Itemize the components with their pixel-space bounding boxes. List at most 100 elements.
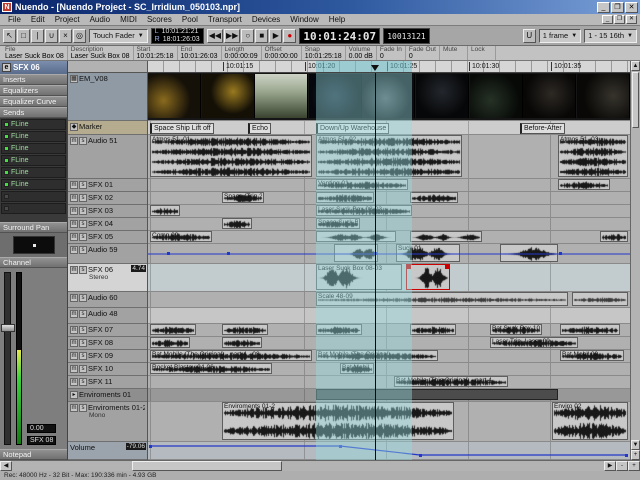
audio-event-bat-mobil[interactable]: Bat Mobil: [340, 363, 374, 374]
audio-event-clip-23[interactable]: [572, 292, 628, 306]
surround-pan-field[interactable]: [13, 236, 55, 254]
edit-channel-button[interactable]: e: [2, 63, 11, 72]
inspector-section-inserts[interactable]: Inserts: [0, 74, 67, 85]
track-header-sfx-04[interactable]: msSFX 04: [68, 218, 147, 231]
mute-button[interactable]: m: [70, 194, 78, 202]
forward-button[interactable]: ▶▶: [224, 29, 240, 43]
menu-window[interactable]: Window: [285, 14, 323, 25]
audio-event-clip-39[interactable]: [316, 389, 558, 400]
mute-button[interactable]: m: [70, 310, 78, 318]
inspector-section-equalizer-curve[interactable]: Equalizer Curve: [0, 96, 67, 107]
zoom-in-button[interactable]: +: [631, 450, 640, 460]
audio-event-clip-16[interactable]: [600, 231, 628, 242]
track-header-sfx-02[interactable]: msSFX 02: [68, 192, 147, 205]
timeline-ruler[interactable]: 10:01:1510:01:2010:01:2510:01:3010:01:35: [148, 61, 630, 73]
marker-echo[interactable]: Echo: [248, 123, 271, 134]
marker-down-up-warehouse[interactable]: Down/Up Warehouse: [316, 123, 389, 134]
audio-event-clip-27[interactable]: [410, 324, 456, 335]
track-header-sfx-01[interactable]: msSFX 01: [68, 179, 147, 192]
close-button[interactable]: ✕: [625, 2, 638, 13]
info-field-start[interactable]: Start10:01:25:18: [134, 46, 178, 60]
maximize-button[interactable]: ❐: [611, 2, 624, 13]
scroll-right-button[interactable]: ▶: [604, 461, 616, 471]
inspector-section-channel[interactable]: Channel: [0, 257, 67, 268]
send-slot-3[interactable]: FLine: [1, 143, 66, 154]
menu-devices[interactable]: Devices: [247, 14, 285, 25]
audio-event-clip-31[interactable]: [222, 337, 262, 348]
inspector-section-notepad[interactable]: Notepad: [0, 449, 67, 460]
info-field-description[interactable]: DescriptionLaser Suck Box 08: [68, 46, 134, 60]
timecode-display[interactable]: 10:01:24:07: [299, 28, 380, 44]
info-field-fade-in[interactable]: Fade In0: [377, 46, 406, 60]
inspector-section-sends[interactable]: Sends: [0, 107, 67, 118]
audio-event-bat-suck-box-10-14[interactable]: Bat Suck Box 10-14: [490, 324, 542, 335]
info-field-volume[interactable]: Volume0.00 dB: [346, 46, 377, 60]
info-field-lock[interactable]: Lock: [468, 46, 496, 60]
mute-button[interactable]: m: [70, 352, 78, 360]
snap-mode-combo[interactable]: 1 frame ▼: [539, 29, 581, 43]
audio-event-clip-29[interactable]: [560, 324, 620, 335]
audio-event-clip-9[interactable]: [150, 205, 180, 216]
volume-automation-curve[interactable]: [148, 442, 630, 460]
menu-edit[interactable]: Edit: [26, 14, 50, 25]
track-header-sfx-03[interactable]: msSFX 03: [68, 205, 147, 218]
audio-event-clip-8[interactable]: [410, 192, 458, 203]
playhead-handle[interactable]: [371, 65, 379, 71]
audio-event-bat-mobile-the-original[interactable]: Bat Mobile (The Original): [316, 350, 438, 361]
solo-button[interactable]: s: [79, 207, 87, 215]
audio-event-venting-01[interactable]: Venting 01: [316, 179, 408, 190]
audio-event-atmos-51-02[interactable]: Atmos 51_02: [316, 135, 462, 177]
range-select-tool[interactable]: □: [17, 29, 30, 43]
mute-button[interactable]: m: [70, 181, 78, 189]
audio-event-laser-suck-box-08-03[interactable]: Laser Suck Box 08-03: [316, 205, 412, 216]
solo-button[interactable]: s: [79, 266, 87, 274]
hzoom-out-button[interactable]: -: [616, 461, 628, 471]
audio-event-clip-24[interactable]: [150, 324, 196, 335]
send-slot-1[interactable]: FLine: [1, 119, 66, 130]
track-header-sfx-09[interactable]: msSFX 09: [68, 350, 147, 363]
inspector-section-surround-pan[interactable]: Surround Pan: [0, 222, 67, 233]
track-header-em-v08[interactable]: ▦EM_V08: [68, 73, 147, 121]
audio-event-laser-trip-laser-09[interactable]: Laser Trip, Laser 09: [490, 337, 578, 348]
audio-event-clip-11[interactable]: [222, 218, 252, 229]
project-close-button[interactable]: ✕: [626, 15, 637, 24]
mute-button[interactable]: m: [70, 326, 78, 334]
mute-button[interactable]: m: [70, 339, 78, 347]
vertical-scroll-thumb[interactable]: [632, 72, 639, 128]
mute-button[interactable]: m: [70, 207, 78, 215]
horizontal-scrollbar[interactable]: ◀ ▶ - +: [0, 460, 640, 471]
solo-button[interactable]: s: [79, 181, 87, 189]
inspector-section-equalizers[interactable]: Equalizers: [0, 85, 67, 96]
send-slot-8[interactable]: [1, 203, 66, 214]
solo-button[interactable]: s: [79, 220, 87, 228]
menu-midi[interactable]: MIDI: [115, 14, 142, 25]
track-header-audio-60[interactable]: msAudio 60: [68, 292, 147, 308]
audio-event-laser-suck-box-08-03[interactable]: Laser Suck Box 08-03: [316, 264, 402, 290]
mute-button[interactable]: m: [70, 294, 78, 302]
automation-mode-combo[interactable]: Touch Fader ▼: [89, 29, 148, 43]
info-field-end[interactable]: End10:01:26:03: [178, 46, 222, 60]
project-minimize-button[interactable]: _: [602, 15, 613, 24]
solo-button[interactable]: s: [79, 294, 87, 302]
track-header-sfx-07[interactable]: msSFX 07: [68, 324, 147, 337]
mute-button[interactable]: m: [70, 266, 78, 274]
solo-button[interactable]: s: [79, 246, 87, 254]
send-slot-4[interactable]: FLine: [1, 155, 66, 166]
solo-button[interactable]: s: [79, 326, 87, 334]
audio-event-clip-5[interactable]: [558, 179, 610, 190]
track-header-enviroments-01[interactable]: ▸Enviroments 01: [68, 389, 147, 402]
marker-before-after[interactable]: Before-After: [520, 123, 565, 134]
audio-event-space-suck-box-08-03[interactable]: Space Suck Box 08-03: [316, 218, 360, 229]
audio-event-clip-26[interactable]: [316, 324, 362, 335]
snap-magnet-icon[interactable]: U: [523, 29, 536, 43]
grid-mode-combo[interactable]: 1 - 15 16th ▼: [584, 29, 637, 43]
mute-button[interactable]: m: [70, 233, 78, 241]
scroll-down-button[interactable]: ▼: [631, 440, 640, 450]
solo-button[interactable]: s: [79, 137, 87, 145]
track-header-marker[interactable]: ◆Marker: [68, 121, 147, 135]
track-header-audio-48[interactable]: msAudio 48: [68, 308, 147, 324]
audio-event-space-trip-2[interactable]: Space (Trip 2): [222, 192, 264, 203]
track-header-sfx-08[interactable]: msSFX 08: [68, 337, 147, 350]
audio-event-bat-mobil-09[interactable]: Bat Mobil 09: [560, 350, 624, 361]
hzoom-in-button[interactable]: +: [628, 461, 640, 471]
